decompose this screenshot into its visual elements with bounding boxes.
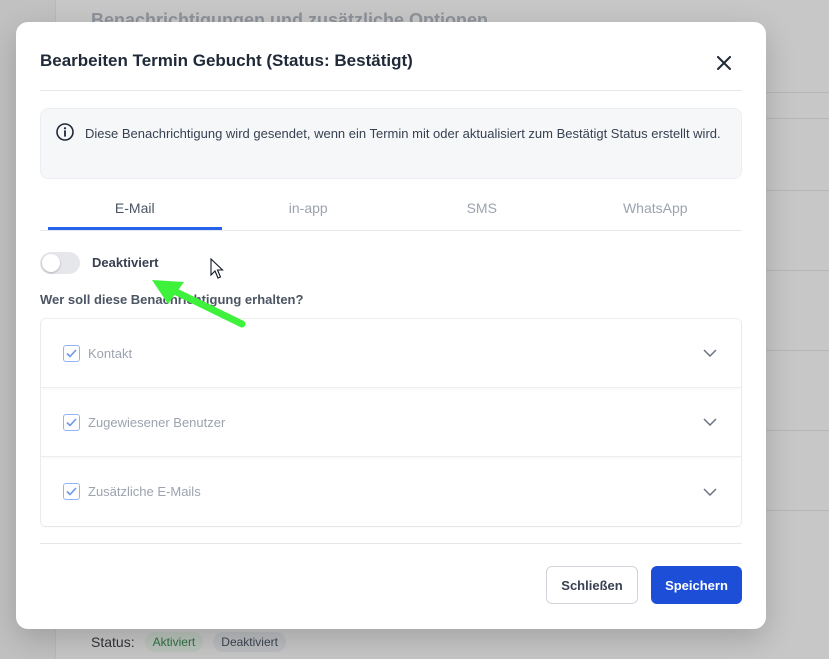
footer-divider xyxy=(40,543,742,544)
tabs-divider xyxy=(40,230,742,231)
annotation-arrow-icon xyxy=(152,280,246,328)
info-icon xyxy=(56,123,74,141)
edit-notification-modal: Bearbeiten Termin Gebucht (Status: Bestä… xyxy=(16,22,766,629)
enable-toggle[interactable] xyxy=(40,252,80,274)
close-button[interactable]: Schließen xyxy=(546,566,638,604)
channel-tabs: E-Mail in-app SMS WhatsApp xyxy=(48,194,742,230)
recipient-label: Kontakt xyxy=(88,345,133,361)
contact-checkbox[interactable] xyxy=(63,344,80,362)
tab-email[interactable]: E-Mail xyxy=(48,194,222,230)
recipient-item-contact[interactable]: Kontakt xyxy=(41,319,741,388)
recipient-label: Zugewiesener Benutzer xyxy=(88,414,226,430)
tab-in-app[interactable]: in-app xyxy=(222,194,396,230)
chevron-down-icon[interactable] xyxy=(703,418,717,426)
header-divider xyxy=(40,90,742,91)
tab-sms[interactable]: SMS xyxy=(395,194,569,230)
check-icon xyxy=(66,417,77,427)
info-text: Diese Benachrichtigung wird gesendet, we… xyxy=(85,126,721,141)
chevron-down-icon[interactable] xyxy=(703,487,717,496)
recipient-item-assigned-user[interactable]: Zugewiesener Benutzer xyxy=(41,388,741,457)
recipients-list: Kontakt Zugewiesener Benutzer Zusätzlich… xyxy=(40,318,742,527)
chevron-down-icon[interactable] xyxy=(703,349,717,357)
check-icon xyxy=(66,348,77,358)
recipient-item-additional-emails[interactable]: Zusätzliche E-Mails xyxy=(41,457,741,526)
check-icon xyxy=(66,487,77,496)
info-box: Diese Benachrichtigung wird gesendet, we… xyxy=(40,108,742,179)
toggle-knob xyxy=(42,254,60,272)
close-icon xyxy=(717,56,731,70)
toggle-label: Deaktiviert xyxy=(92,255,159,270)
mouse-cursor-icon xyxy=(210,258,224,279)
recipient-label: Zusätzliche E-Mails xyxy=(88,484,201,499)
assigned-user-checkbox[interactable] xyxy=(63,413,80,431)
save-button[interactable]: Speichern xyxy=(651,566,742,604)
modal-title: Bearbeiten Termin Gebucht (Status: Bestä… xyxy=(40,51,413,70)
additional-emails-checkbox[interactable] xyxy=(63,483,80,500)
close-modal-button[interactable] xyxy=(713,52,735,74)
tab-whatsapp[interactable]: WhatsApp xyxy=(569,194,743,230)
